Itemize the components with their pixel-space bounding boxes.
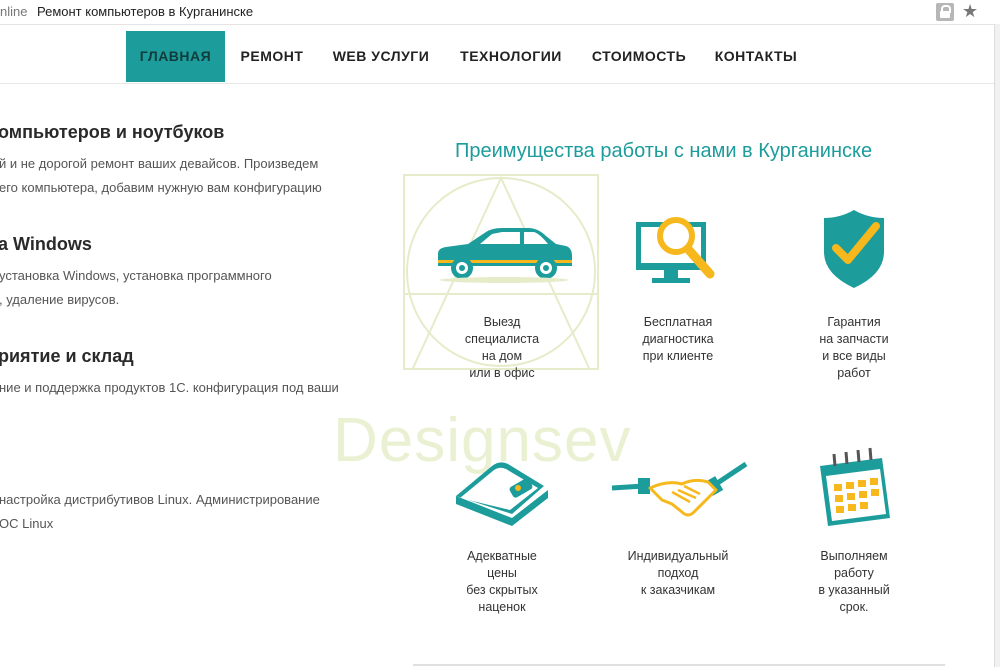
monitor-magnifier-icon — [636, 217, 715, 283]
section-text: й и не дорогой ремонт ваших девайсов. Пр… — [0, 156, 319, 171]
feature-caption: Выполняем — [820, 549, 888, 563]
scrollbar[interactable] — [994, 24, 1000, 667]
feature-caption: без скрытых — [466, 583, 538, 597]
section-text: , удаление вирусов. — [0, 292, 120, 307]
feature-warranty: Гарантия на запчасти и все виды работ — [774, 200, 934, 382]
browser-tab-bar: nline Ремонт компьютеров в Курганинске ★ — [0, 0, 1000, 25]
feature-caption: работ — [837, 366, 871, 380]
feature-individual-approach: Индивидуальный подход к заказчикам — [598, 440, 758, 599]
feature-caption: цены — [487, 566, 517, 580]
advantages-title: Преимущества работы с нами в Курганинске — [455, 140, 873, 162]
nav-item-contacts[interactable]: КОНТАКТЫ — [712, 31, 800, 82]
feature-caption: к заказчикам — [640, 583, 716, 597]
section-text: ОС Linux — [0, 516, 54, 531]
feature-caption: на дом — [481, 349, 523, 363]
lock-icon[interactable] — [936, 3, 954, 21]
main-nav: ГЛАВНАЯ РЕМОНТ WEB УСЛУГИ ТЕХНОЛОГИИ СТО… — [0, 31, 994, 84]
nav-item-repair[interactable]: РЕМОНТ — [236, 31, 308, 82]
feature-free-diagnostics: Бесплатная диагностика при клиенте — [598, 200, 758, 365]
handshake-icon — [611, 461, 748, 517]
nav-item-pricing[interactable]: СТОИМОСТЬ — [588, 31, 690, 82]
feature-caption: в указанный — [818, 583, 890, 597]
feature-caption: Бесплатная — [643, 315, 713, 329]
shield-check-icon — [824, 210, 884, 288]
feature-caption: специалиста — [464, 332, 540, 346]
feature-caption: на запчасти — [819, 332, 889, 346]
divider — [413, 664, 945, 666]
feature-caption: диагностика — [642, 332, 714, 346]
feature-specialist-visit: Выезд специалиста на дом или в офис — [422, 200, 582, 382]
section-text: его компьютера, добавим нужную вам конфи… — [0, 180, 322, 195]
star-icon[interactable]: ★ — [962, 1, 978, 22]
wallet-icon — [456, 462, 548, 526]
feature-caption: работу — [834, 566, 874, 580]
feature-caption: при клиенте — [642, 349, 714, 363]
feature-caption: срок. — [839, 600, 869, 614]
car-icon — [438, 228, 572, 283]
feature-caption: подход — [657, 566, 699, 580]
section-text: ние и поддержка продуктов 1С. конфигурац… — [0, 380, 339, 395]
section-title-repair: омпьютеров и ноутбуков — [0, 122, 225, 142]
feature-caption: Адекватные — [467, 549, 537, 563]
page-title-in-bar[interactable]: Ремонт компьютеров в Курганинске — [37, 4, 253, 19]
feature-caption: Индивидуальный — [627, 549, 729, 563]
nav-item-home[interactable]: ГЛАВНАЯ — [126, 31, 225, 82]
feature-fair-prices: Адекватные цены без скрытых наценок — [422, 440, 582, 616]
feature-caption: Гарантия — [827, 315, 881, 329]
feature-caption: Выезд — [483, 315, 521, 329]
feature-caption: и все виды — [822, 349, 886, 363]
section-title-1c: риятие и склад — [0, 346, 134, 366]
nav-item-web-services[interactable]: WEB УСЛУГИ — [330, 31, 432, 82]
section-text: установка Windows, установка программног… — [0, 268, 272, 283]
section-text: настройка дистрибутивов Linux. Администр… — [0, 492, 320, 507]
section-title-windows: а Windows — [0, 234, 92, 254]
feature-on-time: Выполняем работу в указанный срок. — [774, 440, 934, 616]
feature-caption: наценок — [478, 600, 526, 614]
feature-caption: или в офис — [469, 366, 535, 380]
calendar-icon — [820, 447, 890, 526]
url-host[interactable]: nline — [0, 4, 27, 19]
nav-item-technologies[interactable]: ТЕХНОЛОГИИ — [456, 31, 566, 82]
